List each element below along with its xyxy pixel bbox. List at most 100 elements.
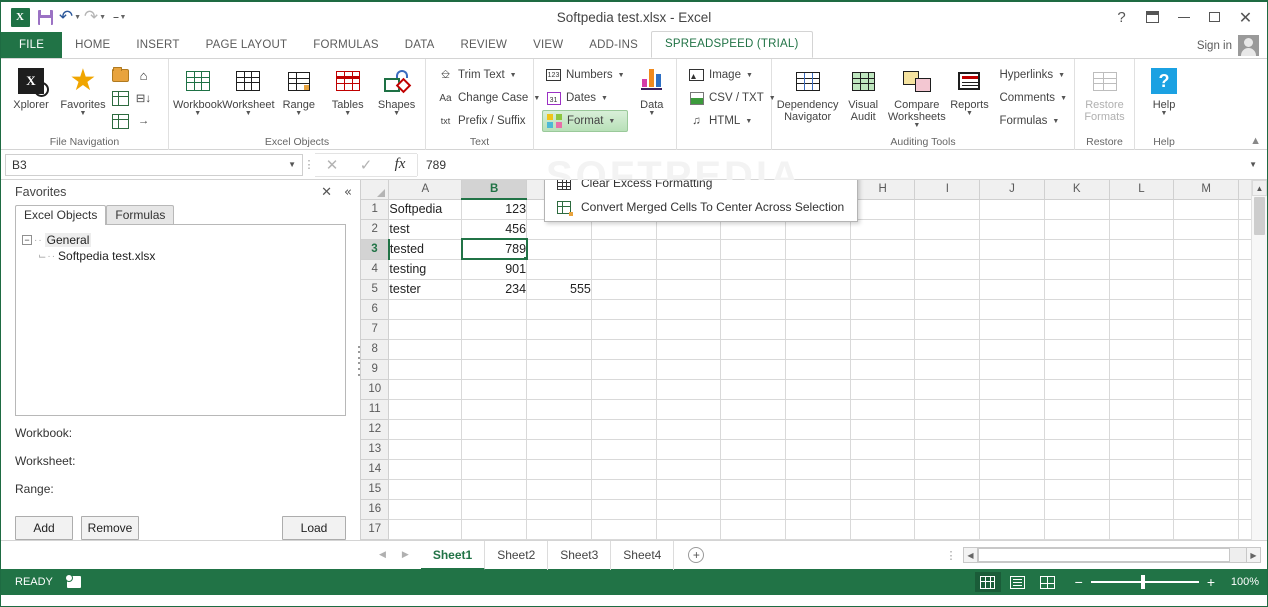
move-down-button[interactable]: ⊟↓ <box>132 87 155 109</box>
cell-A17[interactable] <box>388 519 463 540</box>
cell-H7[interactable] <box>850 319 916 340</box>
cell-M2[interactable] <box>1173 219 1239 240</box>
cell-D8[interactable] <box>591 339 657 360</box>
cancel-formula-button[interactable]: ✕ <box>315 154 349 176</box>
cell-G9[interactable] <box>785 359 851 380</box>
row-header-6[interactable]: 6 <box>361 299 390 320</box>
scroll-up-button[interactable]: ▲ <box>1252 180 1267 196</box>
cell-F5[interactable] <box>720 279 787 300</box>
row-header-15[interactable]: 15 <box>361 479 390 500</box>
zoom-slider-thumb[interactable] <box>1140 575 1145 589</box>
csv-txt-button[interactable]: CSV / TXT ▼ <box>685 87 779 109</box>
cell-E2[interactable] <box>656 219 722 240</box>
shapes-button[interactable]: Shapes ▼ <box>372 62 421 118</box>
sheet-tab-sheet2[interactable]: Sheet2 <box>485 540 549 570</box>
cell-F2[interactable] <box>720 219 787 240</box>
menu-item-clear-excess-formatting[interactable]: Clear Excess Formatting <box>545 180 857 195</box>
cell-K13[interactable] <box>1044 439 1110 460</box>
cell-C17[interactable] <box>526 519 592 540</box>
cell-D5[interactable] <box>591 279 657 300</box>
cell-G13[interactable] <box>785 439 851 460</box>
cell-M13[interactable] <box>1173 439 1239 460</box>
column-header-m[interactable]: M <box>1173 180 1239 200</box>
cell-C5[interactable]: 555 <box>526 279 592 300</box>
range-dropdown-caret-icon[interactable]: ▼ <box>295 110 302 118</box>
cell-C7[interactable] <box>526 319 592 340</box>
expand-formula-bar-button[interactable]: ▼ <box>1249 160 1263 169</box>
cell-L8[interactable] <box>1109 339 1175 360</box>
row-header-7[interactable]: 7 <box>361 319 390 340</box>
cell-M12[interactable] <box>1173 419 1239 440</box>
cell-B13[interactable] <box>461 439 528 460</box>
move-right-button[interactable]: → <box>132 110 155 132</box>
cell-G12[interactable] <box>785 419 851 440</box>
tab-page-layout[interactable]: PAGE LAYOUT <box>193 32 301 58</box>
fill-handle[interactable] <box>524 256 526 258</box>
cell-C6[interactable] <box>526 299 592 320</box>
tab-file[interactable]: FILE <box>1 32 63 58</box>
cell-J4[interactable] <box>979 259 1045 280</box>
cell-L1[interactable] <box>1109 199 1175 220</box>
shapes-dropdown-caret-icon[interactable]: ▼ <box>393 110 400 118</box>
cell-E13[interactable] <box>656 439 722 460</box>
cell-J1[interactable] <box>979 199 1045 220</box>
row-header-2[interactable]: 2 <box>361 219 390 240</box>
zoom-in-button[interactable]: + <box>1207 575 1215 589</box>
zoom-level[interactable]: 100% <box>1223 576 1259 588</box>
insert-function-button[interactable]: fx <box>383 154 417 176</box>
help-button[interactable]: ? <box>1106 4 1137 30</box>
cell-G7[interactable] <box>785 319 851 340</box>
cell-M6[interactable] <box>1173 299 1239 320</box>
cell-C15[interactable] <box>526 479 592 500</box>
cell-L7[interactable] <box>1109 319 1175 340</box>
numbers-button[interactable]: 123 Numbers ▼ <box>542 64 628 86</box>
cell-M17[interactable] <box>1173 519 1239 540</box>
tables-dropdown-caret-icon[interactable]: ▼ <box>344 110 351 118</box>
cell-J6[interactable] <box>979 299 1045 320</box>
row-header-13[interactable]: 13 <box>361 439 390 460</box>
cell-B1[interactable]: 123 <box>461 199 528 220</box>
task-pane-collapse-icon[interactable]: « <box>344 185 352 200</box>
cell-A7[interactable] <box>388 319 463 340</box>
cell-D6[interactable] <box>591 299 657 320</box>
cell-H14[interactable] <box>850 459 916 480</box>
cell-K15[interactable] <box>1044 479 1110 500</box>
cell-L4[interactable] <box>1109 259 1175 280</box>
cell-B12[interactable] <box>461 419 528 440</box>
cell-K17[interactable] <box>1044 519 1110 540</box>
cell-E11[interactable] <box>656 399 722 420</box>
cell-J12[interactable] <box>979 419 1045 440</box>
cell-A3[interactable]: tested <box>388 239 463 260</box>
cell-L9[interactable] <box>1109 359 1175 380</box>
home-button[interactable]: ⌂ <box>132 64 155 86</box>
normal-view-button[interactable] <box>974 572 1001 592</box>
compare-worksheets-caret-icon[interactable]: ▼ <box>913 122 920 130</box>
cell-D16[interactable] <box>591 499 657 520</box>
cell-J3[interactable] <box>979 239 1045 260</box>
cell-M11[interactable] <box>1173 399 1239 420</box>
cell-I14[interactable] <box>914 459 981 480</box>
cell-B2[interactable]: 456 <box>461 219 528 240</box>
accept-formula-button[interactable]: ✓ <box>349 154 383 176</box>
cell-F3[interactable] <box>720 239 787 260</box>
cell-E15[interactable] <box>656 479 722 500</box>
cell-B9[interactable] <box>461 359 528 380</box>
cell-I11[interactable] <box>914 399 981 420</box>
cell-B7[interactable] <box>461 319 528 340</box>
cell-K10[interactable] <box>1044 379 1110 400</box>
ribbon-display-options-button[interactable] <box>1137 4 1168 30</box>
cell-M1[interactable] <box>1173 199 1239 220</box>
cell-B6[interactable] <box>461 299 528 320</box>
comments-button[interactable]: Comments ▼ <box>996 87 1070 109</box>
redo-button[interactable]: ↷ ▼ <box>84 6 106 28</box>
cell-F16[interactable] <box>720 499 787 520</box>
column-header-l[interactable]: L <box>1109 180 1175 200</box>
cell-F13[interactable] <box>720 439 787 460</box>
cell-M3[interactable] <box>1173 239 1239 260</box>
cell-M8[interactable] <box>1173 339 1239 360</box>
cell-H8[interactable] <box>850 339 916 360</box>
cell-H5[interactable] <box>850 279 916 300</box>
cell-K12[interactable] <box>1044 419 1110 440</box>
cell-H15[interactable] <box>850 479 916 500</box>
cell-B14[interactable] <box>461 459 528 480</box>
